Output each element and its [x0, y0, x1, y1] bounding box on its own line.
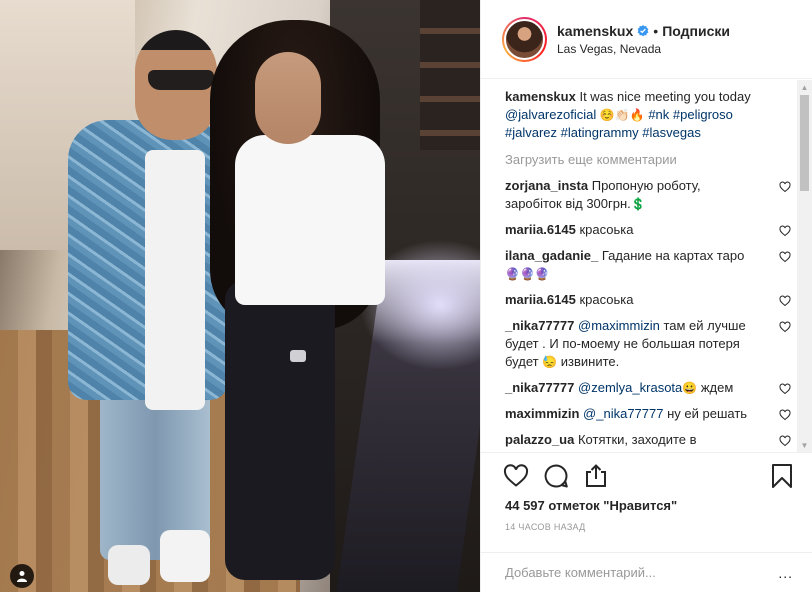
likes-count[interactable]: 44 597 отметок "Нравится" — [505, 498, 677, 513]
post-photo[interactable] — [0, 0, 480, 592]
comment-text: красоька — [579, 222, 634, 237]
comment-item: _nika77777 @maximmizin там ей лучше буде… — [505, 317, 799, 371]
add-comment-bar: ... — [481, 552, 812, 592]
photo-shelf — [420, 0, 480, 150]
post-timestamp[interactable]: 14 часов назад — [505, 522, 586, 532]
scroll-up-arrow-icon[interactable]: ▲ — [797, 80, 812, 94]
photo-woman-face — [255, 52, 321, 144]
comment-item: _nika77777 @zemlya_krasota😀 ждем — [505, 379, 799, 397]
comment-text: Гадание на картах таро — [601, 248, 745, 263]
heart-icon[interactable] — [503, 463, 529, 489]
avatar[interactable] — [502, 16, 547, 62]
comment-text: красоька — [579, 292, 634, 307]
comment-mention[interactable]: @_nika77777 — [583, 406, 663, 421]
comment-text: ну ей решать — [667, 406, 748, 421]
scroll-down-arrow-icon[interactable]: ▼ — [797, 438, 812, 452]
photo-man-sunglasses — [148, 70, 214, 90]
comment-item: maximmizin @_nika77777 ну ей решать — [505, 405, 799, 423]
comment-username[interactable]: ilana_gadanie_ — [505, 248, 598, 263]
user-tag-button[interactable] — [10, 564, 34, 588]
comment-like-icon[interactable] — [779, 295, 791, 307]
comments-list[interactable]: kamenskux It was nice meeting you today … — [481, 80, 799, 452]
header-separator: • — [653, 22, 659, 39]
photo-man-shoe-right — [160, 530, 210, 582]
comment-text: Котятки, заходите в — [577, 432, 697, 447]
post-location[interactable]: Las Vegas, Nevada — [557, 42, 730, 56]
bookmark-icon[interactable] — [769, 463, 795, 489]
header-username[interactable]: kamenskux — [557, 23, 633, 39]
post-caption: kamenskux It was nice meeting you today … — [505, 88, 799, 142]
comment-like-icon[interactable] — [779, 321, 791, 333]
comment-like-icon[interactable] — [779, 409, 791, 421]
photo-man-shirt — [145, 150, 205, 410]
photo-man-shoe-left — [108, 545, 150, 585]
action-bar — [481, 452, 812, 500]
verified-badge-icon — [637, 24, 649, 36]
comment-input[interactable] — [505, 565, 765, 580]
comment-username[interactable]: _nika77777 — [505, 380, 574, 395]
photo-woman-blouse — [235, 135, 385, 305]
caption-hashtags[interactable]: #nk #peligroso — [648, 107, 733, 122]
comment-like-icon[interactable] — [779, 251, 791, 263]
comment-item: ilana_gadanie_ Гадание на картах таро 🔮🔮… — [505, 247, 799, 283]
comment-like-icon[interactable] — [779, 225, 791, 237]
likes-number[interactable]: 44 597 — [505, 498, 545, 513]
comment-username[interactable]: zorjana_insta — [505, 178, 588, 193]
comment-icon[interactable] — [543, 463, 569, 489]
caption-hashtags-2[interactable]: #jalvarez #latingrammy #lasvegas — [505, 125, 701, 140]
load-more-comments-button[interactable]: Загрузить еще комментарии — [505, 152, 799, 167]
comment-username[interactable]: _nika77777 — [505, 318, 574, 333]
user-tag-icon — [17, 571, 27, 582]
comment-text-2: извините. — [560, 354, 620, 369]
comments-scrollbar[interactable]: ▲ ▼ — [797, 80, 812, 452]
comment-text-2: ждем — [700, 380, 734, 395]
comment-item: zorjana_insta Пропоную роботу, заробіток… — [505, 177, 799, 213]
comment-username[interactable]: maximmizin — [505, 406, 579, 421]
comment-username[interactable]: palazzo_ua — [505, 432, 574, 447]
more-options-icon[interactable]: ... — [778, 565, 793, 581]
photo-watch — [290, 350, 306, 362]
caption-emojis: ☺️👏🏻🔥 — [599, 108, 645, 122]
post-sidebar: kamenskux • Подписки Las Vegas, Nevada k… — [480, 0, 812, 592]
comment-emoji: 💲 — [630, 197, 646, 211]
scrollbar-thumb[interactable] — [800, 95, 809, 191]
comment-username[interactable]: mariia.6145 — [505, 222, 576, 237]
follow-button[interactable]: Подписки — [662, 23, 730, 39]
comment-emoji: 🔮🔮🔮 — [505, 267, 550, 281]
header-text: kamenskux • Подписки Las Vegas, Nevada — [557, 23, 730, 56]
post-header: kamenskux • Подписки Las Vegas, Nevada — [481, 0, 812, 79]
comment-item: mariia.6145 красоька — [505, 221, 799, 239]
caption-username[interactable]: kamenskux — [505, 89, 576, 104]
comment-username[interactable]: mariia.6145 — [505, 292, 576, 307]
comment-like-icon[interactable] — [779, 383, 791, 395]
comment-emoji: 😓 — [542, 355, 558, 369]
comment-emoji: 😀 — [682, 381, 698, 395]
caption-mention[interactable]: @jalvarezoficial — [505, 107, 596, 122]
avatar-image — [504, 18, 545, 60]
comment-like-icon[interactable] — [779, 435, 791, 447]
header-line: kamenskux • Подписки — [557, 23, 730, 39]
comment-like-icon[interactable] — [779, 181, 791, 193]
share-icon[interactable] — [583, 463, 609, 489]
comment-item: mariia.6145 красоька — [505, 291, 799, 309]
caption-text: It was nice meeting you today — [579, 89, 751, 104]
comment-mention[interactable]: @zemlya_krasota — [578, 380, 682, 395]
photo-woman-pants — [225, 280, 335, 580]
likes-label[interactable]: отметок "Нравится" — [548, 498, 677, 513]
comment-item: palazzo_ua Котятки, заходите в — [505, 431, 799, 449]
comment-mention[interactable]: @maximmizin — [578, 318, 660, 333]
